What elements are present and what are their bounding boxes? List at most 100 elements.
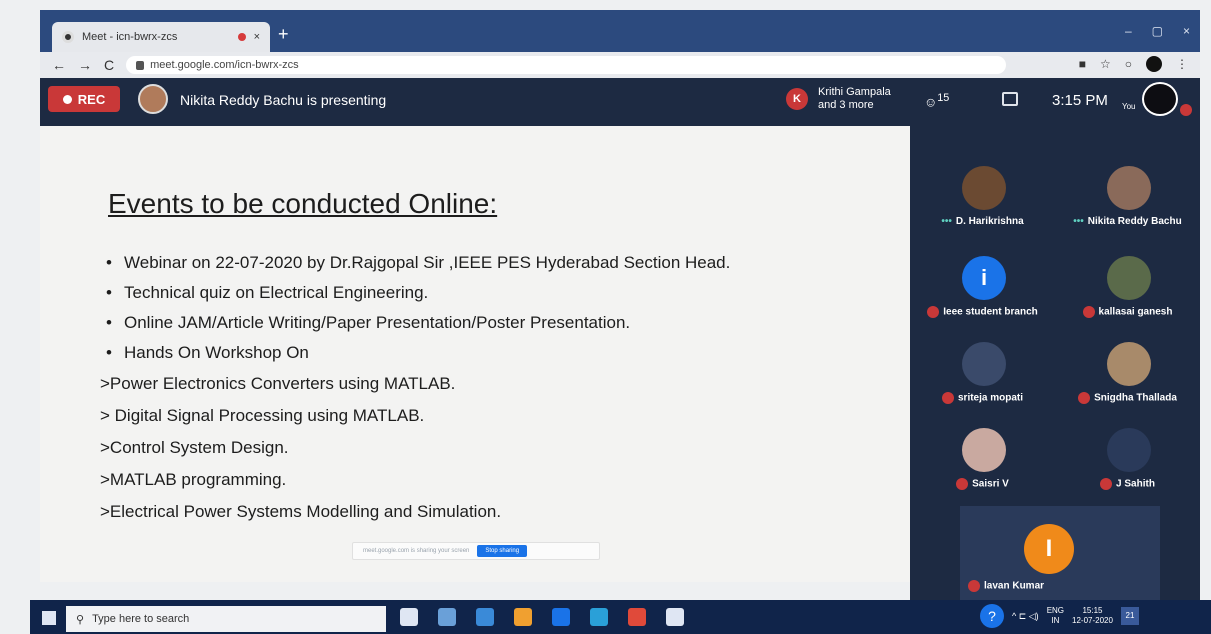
participant-initial-badge: K [786,88,808,110]
menu-kebab-icon[interactable]: ⋮ [1176,57,1188,71]
participant-name-text: kallasai ganesh [1098,306,1173,318]
address-bar[interactable]: meet.google.com/icn-bwrx-zcs [126,56,1007,74]
participant-name-text: Ieee student branch [943,306,1038,318]
slide-bullets: Webinar on 22-07-2020 by Dr.Rajgopal Sir… [100,254,826,534]
participant-name-text: Saisri V [972,478,1009,490]
people-icon: ☺ [924,94,938,110]
stop-sharing-button[interactable]: Stop sharing [477,545,528,557]
spotlight-name-text: lavan Kumar [984,580,1045,592]
search-icon: ⚲ [76,613,85,626]
participant-tile[interactable]: ••• D. Harikrishna [910,146,1055,240]
browser-tab[interactable]: Meet - icn-bwrx-zcs × [52,22,270,52]
recording-badge[interactable]: REC [48,86,120,112]
workshop-item: >Power Electronics Converters using MATL… [100,374,456,393]
pinned-apps [400,608,684,626]
back-arrow-icon[interactable]: ← [52,57,66,73]
pinned-app-icon[interactable] [476,608,494,626]
rec-label: REC [77,91,106,107]
participant-tile[interactable]: kallasai ganesh [1055,236,1200,330]
mic-off-icon [956,478,969,490]
participant-tile[interactable]: i Ieee student branch [910,236,1055,330]
lang-code: ENG [1046,606,1065,615]
windows-start-icon[interactable] [42,611,56,625]
extension-icon[interactable]: ○ [1125,57,1132,71]
people-button[interactable]: ☺15 [924,92,949,109]
mic-off-icon [1180,104,1192,116]
participant-tile[interactable]: sriteja mopati [910,322,1055,416]
pinned-app-icon[interactable] [628,608,646,626]
chat-icon[interactable] [1002,92,1018,106]
presentation-stage: Events to be conducted Online: Webinar o… [40,126,910,582]
profile-avatar[interactable] [1146,56,1162,72]
reload-icon[interactable]: C [104,57,114,73]
participant-avatar [1107,256,1151,300]
tab-title: Meet - icn-bwrx-zcs [82,31,178,43]
url-text: meet.google.com/icn-bwrx-zcs [150,59,299,71]
participant-name-text: Snigdha Thallada [1094,392,1177,404]
participant-name: ••• D. Harikrishna [910,216,1055,227]
notification-center-icon[interactable]: 21 [1120,607,1139,625]
meet-top-bar: REC Nikita Reddy Bachu is presenting K K… [40,78,1200,126]
bullet-item: Hands On Workshop On [106,344,826,363]
pinned-app-icon[interactable] [400,608,418,626]
participant-name-text: J Sahith [1116,478,1155,490]
browser-toolbar: ← → C meet.google.com/icn-bwrx-zcs ■ ☆ ○… [40,52,1200,78]
forward-arrow-icon[interactable]: → [78,57,92,73]
new-tab-button[interactable]: + [278,24,289,45]
restore-icon[interactable]: ▢ [1152,24,1163,38]
language-indicator[interactable]: ENG IN [1047,606,1064,626]
participant-name: J Sahith [1055,478,1200,490]
pinned-app-icon[interactable] [590,608,608,626]
tab-close-icon[interactable]: × [254,31,260,43]
close-window-icon[interactable]: × [1183,24,1190,38]
participant-tile[interactable]: Saisri V [910,408,1055,502]
spotlight-tile[interactable]: I lavan Kumar [960,506,1160,600]
bullet-item: Technical quiz on Electrical Engineering… [106,284,826,303]
screen-share-bar: meet.google.com is sharing your screen S… [352,542,600,560]
presenter-avatar [138,84,168,114]
workshop-item: >MATLAB programming. [100,470,287,489]
participant-tile[interactable]: ••• Nikita Reddy Bachu [1055,146,1200,240]
participant-tile[interactable]: J Sahith [1055,408,1200,502]
recent-speakers[interactable]: Krithi Gampala and 3 more [818,86,891,112]
pinned-app-icon[interactable] [666,608,684,626]
help-icon[interactable]: ? [980,604,1004,628]
mic-off-icon [968,580,980,592]
participant-name: Ieee student branch [910,306,1055,318]
lock-icon [136,60,145,70]
mic-off-icon [927,306,940,318]
bullet-item: Online JAM/Article Writing/Paper Present… [106,314,826,333]
self-view[interactable]: You [1122,82,1192,120]
pinned-app-icon[interactable] [552,608,570,626]
taskbar-clock[interactable]: 15:15 12-07-2020 [1072,606,1113,626]
participant-name: ••• Nikita Reddy Bachu [1055,216,1200,227]
speaking-indicator-icon: ••• [941,216,952,227]
spotlight-name: lavan Kumar [968,580,1044,592]
browser-chrome: Meet - icn-bwrx-zcs × + – ▢ × ← → C meet… [40,10,1200,78]
workshop-item: >Electrical Power Systems Modelling and … [100,502,502,521]
tray-icons[interactable]: ^ ⊏ ◁) [1012,611,1039,622]
screen: Meet - icn-bwrx-zcs × + – ▢ × ← → C meet… [0,0,1211,634]
pinned-app-icon[interactable] [514,608,532,626]
participant-name-text: sriteja mopati [957,392,1024,404]
mic-off-icon [941,392,954,404]
cast-icon[interactable]: ■ [1079,57,1086,71]
window-controls: – ▢ × [1125,24,1190,38]
spotlight-avatar: I [1024,524,1074,574]
bookmark-star-icon[interactable]: ☆ [1100,57,1111,71]
participant-tile[interactable]: Snigdha Thallada [1055,322,1200,416]
slide-title: Events to be conducted Online: [108,188,498,219]
participant-grid: I lavan Kumar ••• D. Harikrishna ••• Nikita… [910,126,1200,600]
pinned-app-icon[interactable] [438,608,456,626]
minimize-icon[interactable]: – [1125,24,1132,38]
taskbar-search[interactable]: ⚲ Type here to search [66,606,386,632]
participant-name: Snigdha Thallada [1055,392,1200,404]
participant-name-text: D. Harikrishna [955,216,1024,227]
bullet-item: Webinar on 22-07-2020 by Dr.Rajgopal Sir… [106,254,826,273]
participant-name: sriteja mopati [910,392,1055,404]
meeting-clock: 3:15 PM [1052,92,1108,109]
workshop-item: >Control System Design. [100,438,289,457]
participant-avatar [1107,428,1151,472]
people-count: 15 [937,92,950,104]
region-code: IN [1051,616,1060,625]
